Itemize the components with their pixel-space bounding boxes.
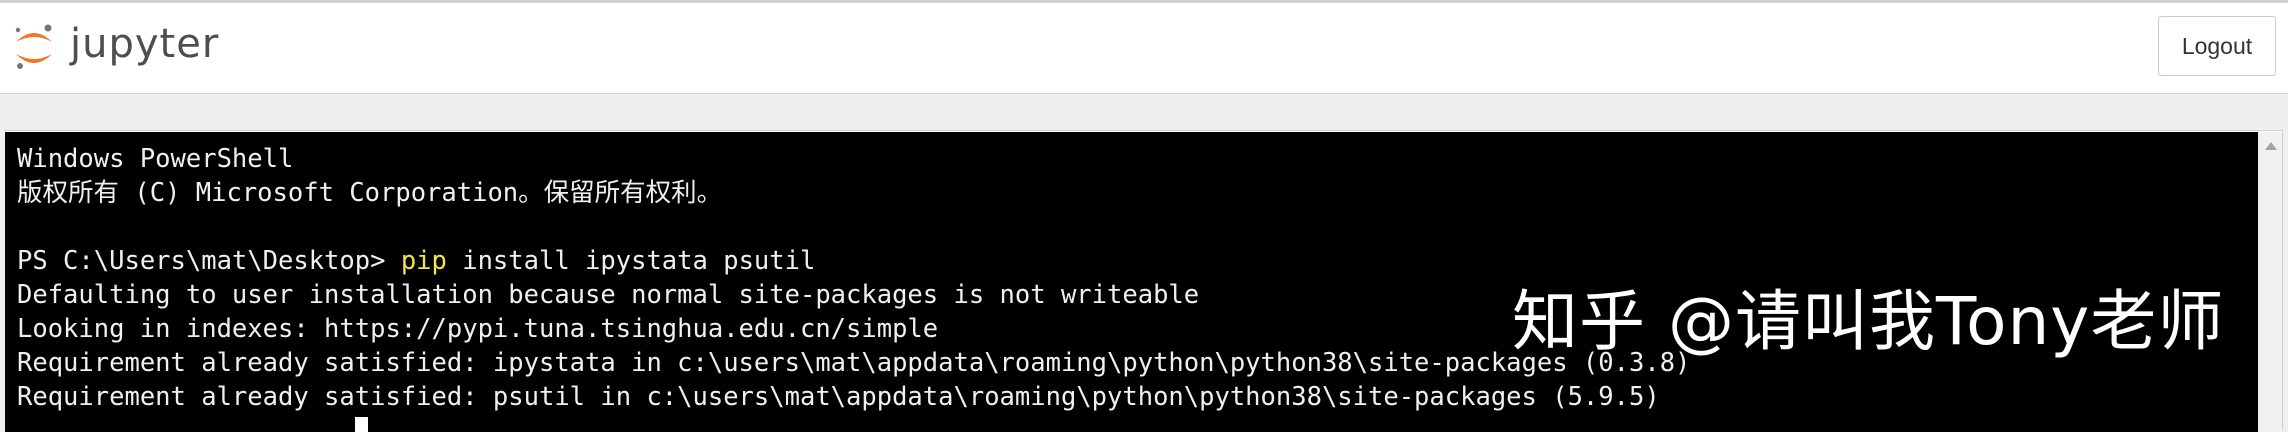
logo-wordmark: jupyter	[70, 21, 220, 67]
notebook-header: jupyter Logout	[0, 0, 2288, 94]
terminal-line: 版权所有 (C) Microsoft Corporation。保留所有权利。	[17, 178, 723, 208]
terminal-line: Requirement already satisfied: psutil in…	[17, 382, 1660, 412]
watermark: 知乎 @请叫我Tony老师	[1512, 283, 2225, 360]
terminal-command-args: install ipystata psutil	[446, 246, 816, 276]
terminal-prompt: PS C:\Users\mat\Desktop>	[17, 246, 401, 276]
terminal-command: pip	[400, 246, 447, 276]
terminal-line: Windows PowerShell	[17, 144, 294, 174]
terminal-scrollbar[interactable]	[2258, 132, 2282, 432]
terminal-line: Collecting ipystata	[17, 414, 2258, 432]
scroll-up-arrow-icon[interactable]	[2265, 142, 2277, 150]
logout-button[interactable]: Logout	[2158, 16, 2276, 76]
jupyter-logo-icon	[15, 24, 52, 69]
terminal-cursor	[354, 417, 368, 432]
jupyter-logo[interactable]: jupyter	[12, 17, 219, 77]
